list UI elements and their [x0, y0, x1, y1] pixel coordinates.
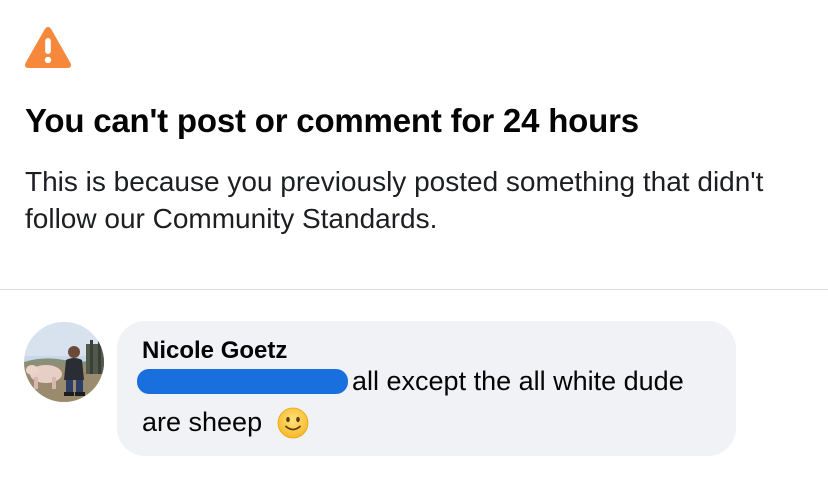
comment-bubble[interactable]: Nicole Goetz all except the all white du…: [117, 321, 736, 456]
profile-photo-avatar: [24, 322, 104, 402]
restriction-notice-page: You can't post or comment for 24 hours T…: [0, 0, 828, 491]
warning-triangle-icon: [24, 27, 72, 68]
comment-text-line-1: all except the all white dude: [352, 366, 684, 396]
comment-text-line-2: are sheep: [142, 407, 263, 437]
comment-author-name[interactable]: Nicole Goetz: [142, 337, 287, 365]
notice-description: This is because you previously posted so…: [25, 166, 764, 234]
notice-title: You can't post or comment for 24 hours: [25, 102, 639, 139]
slightly-smiling-face-emoji: [277, 407, 309, 439]
divider: [0, 289, 828, 290]
avatar[interactable]: [24, 322, 104, 402]
redacted-mention: [137, 369, 348, 394]
